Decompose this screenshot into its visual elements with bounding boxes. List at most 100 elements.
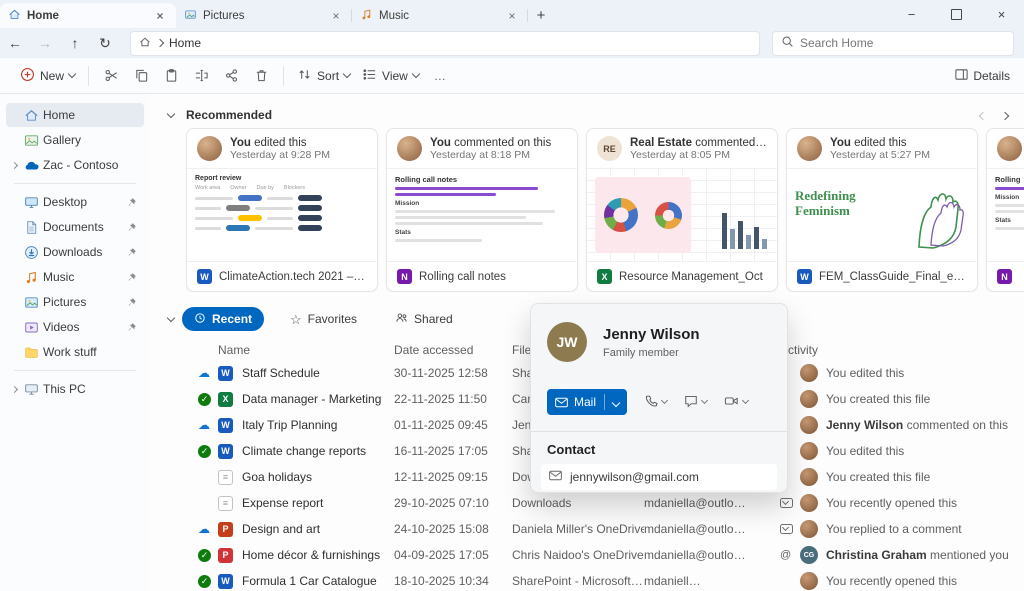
close-tab-icon[interactable]: × (152, 9, 168, 23)
chat-button[interactable] (684, 394, 709, 411)
copy-button[interactable] (126, 62, 156, 90)
card-time: Yesterday at 8:18 PM (430, 148, 531, 161)
breadcrumb-chevron-icon (155, 38, 165, 48)
recommended-card[interactable]: You commented on this Yesterday at 8:18 … (386, 128, 578, 292)
table-row[interactable]: Expense report 29-10-2025 07:10 Download… (150, 490, 1024, 516)
filter-shared[interactable]: Shared (383, 307, 465, 331)
sort-button[interactable]: Sort (291, 62, 356, 90)
avatar (800, 364, 818, 382)
sidebar-item-music[interactable]: Music (6, 265, 144, 289)
tab-home[interactable]: Home × (0, 3, 176, 28)
onedrive-cloud-icon (24, 157, 43, 173)
new-tab-button[interactable]: + (528, 3, 554, 28)
sidebar-item-onedrive[interactable]: Zac - Contoso (6, 153, 144, 177)
up-button[interactable]: ↑ (60, 35, 90, 51)
sidebar-item-videos[interactable]: Videos (6, 315, 144, 339)
activity-text: You replied to a comment (826, 522, 962, 536)
recommended-card[interactable]: You edited this Yesterday at 9:28 PM Rep… (186, 128, 378, 292)
more-options-button[interactable]: … (425, 62, 455, 90)
tab-music[interactable]: Music × (352, 3, 528, 28)
sidebar-item-desktop[interactable]: Desktop (6, 190, 144, 214)
activity-text: You recently opened this (826, 574, 957, 588)
back-button[interactable]: ← (0, 35, 30, 51)
date-accessed: 01-11-2025 09:45 (394, 418, 488, 432)
search-icon (781, 35, 794, 51)
rename-button[interactable] (186, 62, 216, 90)
delete-button[interactable] (246, 62, 276, 90)
expand-chevron-icon[interactable] (10, 385, 19, 393)
contact-email: jennywilson@gmail.com (570, 470, 699, 484)
downloads-icon (24, 245, 43, 260)
expand-chevron-icon[interactable] (10, 161, 19, 169)
collapse-chevron-icon[interactable] (160, 109, 182, 118)
chevron-down-icon[interactable] (605, 395, 627, 409)
avatar (997, 136, 1022, 162)
breadcrumb[interactable]: Home (169, 36, 201, 50)
details-button[interactable]: Details (954, 67, 1010, 85)
star-icon: ☆ (290, 311, 302, 327)
recommended-card[interactable]: You edited this Yesterday at 5:27 PM Red… (786, 128, 978, 292)
sidebar-item-downloads[interactable]: Downloads (6, 240, 144, 264)
sidebar-item-work-stuff[interactable]: Work stuff (6, 340, 144, 364)
sidebar-item-pictures[interactable]: Pictures (6, 290, 144, 314)
recommended-card[interactable]: Rolling Mission Stats (986, 128, 1024, 292)
card-filename: Rolling call notes (419, 270, 506, 283)
file-type-icon (218, 365, 233, 381)
file-explorer-window: Home × Pictures × Music × + − × ← → ↑ ↻ (0, 0, 1024, 591)
close-window-button[interactable]: × (979, 0, 1024, 28)
table-row[interactable]: Home décor & furnishings 04-09-2025 17:0… (150, 542, 1024, 568)
mail-button[interactable]: Mail (547, 389, 628, 415)
gallery-icon (24, 133, 43, 148)
filter-recent[interactable]: Recent (182, 307, 265, 331)
video-call-button[interactable] (724, 394, 750, 411)
chat-icon (684, 394, 698, 411)
activity-text: Jenny Wilson commented on this (826, 418, 1008, 432)
sort-icon (297, 67, 312, 85)
sidebar-item-documents[interactable]: Documents (6, 215, 144, 239)
hands-illustration (918, 193, 964, 249)
column-header-name[interactable]: Name (218, 343, 394, 357)
close-tab-icon[interactable]: × (328, 9, 344, 23)
filter-favorites[interactable]: ☆ Favorites (278, 307, 369, 331)
carousel-next-icon[interactable] (1000, 108, 1010, 122)
desktop-icon (24, 195, 43, 210)
file-name: Staff Schedule (242, 366, 320, 380)
avatar (197, 136, 222, 162)
tab-pictures[interactable]: Pictures × (176, 3, 352, 28)
file-type-icon (597, 269, 612, 285)
file-name: Formula 1 Car Catalogue (242, 574, 377, 588)
view-button[interactable]: View (356, 62, 425, 90)
maximize-button[interactable] (934, 0, 979, 28)
recommended-cards: You edited this Yesterday at 9:28 PM Rep… (186, 128, 1024, 292)
avatar (797, 136, 822, 162)
call-button[interactable] (644, 394, 669, 411)
paste-button[interactable] (156, 62, 186, 90)
share-button[interactable] (216, 62, 246, 90)
close-tab-icon[interactable]: × (504, 9, 520, 23)
recommended-card[interactable]: RE Real Estate commented on this Yesterd… (586, 128, 778, 292)
minimize-button[interactable]: − (889, 0, 934, 28)
card-filename: Resource Management_Oct (619, 270, 763, 283)
refresh-button[interactable]: ↻ (90, 35, 120, 52)
sidebar-item-this-pc[interactable]: This PC (6, 377, 144, 401)
new-plus-icon (20, 67, 35, 85)
column-header-date-accessed[interactable]: Date accessed (394, 343, 512, 357)
search-box[interactable]: Search Home (772, 30, 1014, 56)
sidebar-item-home[interactable]: Home (6, 103, 144, 127)
table-row[interactable]: Design and art 24-10-2025 15:08 Daniela … (150, 516, 1024, 542)
home-icon (24, 108, 43, 123)
collapse-chevron-icon[interactable] (160, 313, 182, 322)
new-button[interactable]: New (14, 62, 81, 90)
sidebar-item-gallery[interactable]: Gallery (6, 128, 144, 152)
avatar: RE (597, 136, 622, 162)
file-type-icon (218, 547, 233, 563)
forward-button[interactable]: → (30, 35, 60, 51)
date-accessed: 04-09-2025 17:05 (394, 548, 489, 562)
cut-button[interactable] (96, 62, 126, 90)
contact-email-row[interactable]: jennywilson@gmail.com (541, 464, 777, 490)
file-location: Daniela Miller's OneDrive -… (512, 522, 644, 536)
table-row[interactable]: Formula 1 Car Catalogue 18-10-2025 10:34… (150, 568, 1024, 591)
address-bar[interactable]: Home (130, 30, 760, 56)
carousel-prev-icon[interactable] (978, 108, 988, 122)
sync-status-icon (198, 522, 218, 536)
